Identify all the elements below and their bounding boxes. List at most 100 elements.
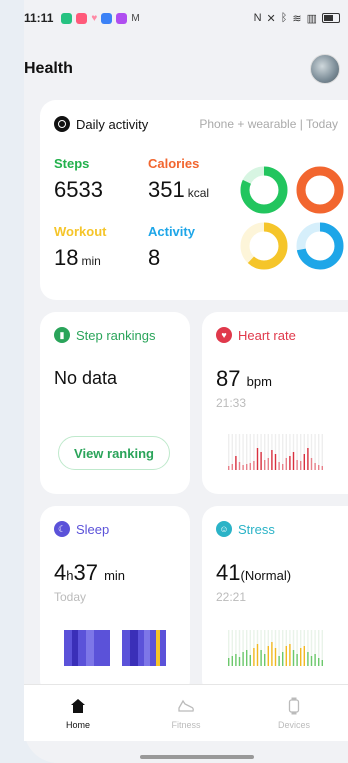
daily-activity-card[interactable]: Daily activity Phone + wearable | Today … xyxy=(40,100,348,300)
calories-value: 351 xyxy=(148,177,185,202)
sparkline-bar xyxy=(267,646,269,666)
sleep-day: Today xyxy=(54,590,87,604)
sparkline-bar xyxy=(292,650,295,666)
heart-icon: ♥ xyxy=(216,327,232,343)
sparkline-bar xyxy=(228,466,230,470)
stress-title: Stress xyxy=(238,521,275,537)
nav-home[interactable]: Home xyxy=(24,685,132,741)
sparkline-bar xyxy=(228,658,230,666)
sparkline-track xyxy=(318,434,320,470)
app-header: Health xyxy=(24,54,340,84)
sparkline-bar xyxy=(300,461,302,470)
sparkline-bar xyxy=(321,660,323,666)
sparkline-bar xyxy=(296,654,298,666)
sparkline-bar xyxy=(282,464,284,470)
workout-unit: min xyxy=(81,254,101,268)
calories-unit: kcal xyxy=(187,186,210,200)
status-time: 11:11 xyxy=(24,11,54,25)
sparkline-bar xyxy=(314,463,316,470)
sparkline-bar xyxy=(314,654,316,666)
stress-sparkline xyxy=(228,630,323,666)
sparkline-bar xyxy=(303,454,305,470)
home-icon xyxy=(70,696,86,716)
wifi-icon: ≋ xyxy=(292,12,302,25)
sleep-card[interactable]: ☾ Sleep 4h37 min Today xyxy=(40,506,190,696)
sleep-stages-chart xyxy=(64,630,166,666)
sparkline-bar xyxy=(307,652,309,666)
shoe-icon xyxy=(177,696,195,716)
workout-metric: Workout 18 min xyxy=(54,224,106,271)
sparkline-bar xyxy=(278,656,280,666)
sparkline-bar xyxy=(249,655,251,666)
sparkline-bar xyxy=(303,646,305,666)
step-rankings-value: No data xyxy=(54,368,118,388)
avatar[interactable] xyxy=(310,54,340,84)
activity-value: 8 xyxy=(148,245,161,270)
sparkline-bar xyxy=(289,456,291,470)
sparkline-bar xyxy=(253,461,255,470)
sparkline-bar xyxy=(310,458,313,470)
activity-metric: Activity 8 xyxy=(148,224,195,271)
sparkline-bar xyxy=(318,465,320,470)
step-rankings-title: Step rankings xyxy=(76,327,156,343)
sparkline-bar xyxy=(307,448,309,470)
ring-progress-calories xyxy=(296,166,344,214)
sparkline-bar xyxy=(278,462,280,470)
app-notification-icon xyxy=(76,12,88,24)
sleep-stage-bar xyxy=(144,630,150,666)
sparkline-bar xyxy=(231,656,233,666)
sparkline-bar xyxy=(300,648,302,666)
stress-time: 22:21 xyxy=(216,590,247,604)
sparkline-bar xyxy=(238,657,241,666)
calories-label: Calories xyxy=(148,156,200,171)
sparkline-bar xyxy=(238,462,241,470)
daily-activity-source: Phone + wearable | Today xyxy=(199,117,338,131)
sparkline-bar xyxy=(242,652,244,666)
system-status-icons: N ✕ ᛒ ≋ ▥ xyxy=(254,12,340,25)
sleep-minutes-unit: min xyxy=(104,568,126,583)
heart-rate-sparkline xyxy=(228,434,323,470)
page-title: Health xyxy=(24,60,73,77)
moon-icon: ☾ xyxy=(54,521,70,537)
activity-rings xyxy=(240,166,344,270)
sparkline-bar xyxy=(253,648,255,666)
sparkline-bar xyxy=(256,448,259,470)
sparkline-bar xyxy=(260,452,262,470)
sparkline-bar xyxy=(310,656,313,666)
sparkline-bar xyxy=(271,642,273,666)
sparkline-bar xyxy=(256,644,259,666)
step-rankings-card[interactable]: ▮ Step rankings No data View ranking xyxy=(40,312,190,494)
view-ranking-button[interactable]: View ranking xyxy=(58,436,170,470)
workout-label: Workout xyxy=(54,224,107,239)
steps-value: 6533 xyxy=(54,177,103,202)
smile-icon: ☺ xyxy=(216,521,232,537)
stress-card[interactable]: ☺ Stress 41(Normal) 22:21 xyxy=(202,506,348,696)
heart-rate-unit: bpm xyxy=(246,374,272,389)
app-notification-icon xyxy=(61,12,73,24)
sleep-header: ☾ Sleep xyxy=(54,521,109,537)
sleep-stage-bar xyxy=(86,630,94,666)
sparkline-bar xyxy=(289,644,291,666)
sparkline-bar xyxy=(296,460,298,470)
nav-devices-label: Devices xyxy=(277,720,310,730)
sparkline-track xyxy=(321,434,323,470)
app-notification-icon xyxy=(116,12,128,24)
heart-rate-card[interactable]: ♥ Heart rate 87 bpm 21:33 xyxy=(202,312,348,494)
sparkline-bar xyxy=(285,458,287,470)
activity-icon xyxy=(54,116,70,132)
status-bar: 11:11 ♥ M N ✕ ᛒ ≋ ▥ xyxy=(24,8,340,28)
sparkline-bar xyxy=(260,650,262,666)
signal-icon: ▥ xyxy=(306,12,317,25)
sparkline-bar xyxy=(249,463,251,470)
nav-devices[interactable]: Devices xyxy=(240,685,348,741)
sleep-stage-bar xyxy=(130,630,138,666)
notification-icons: ♥ M xyxy=(61,12,140,24)
calories-metric: Calories 351 kcal xyxy=(148,156,209,203)
heart-rate-header: ♥ Heart rate xyxy=(216,327,296,343)
stress-state: (Normal) xyxy=(240,568,292,583)
sparkline-bar xyxy=(246,464,248,470)
step-rankings-header: ▮ Step rankings xyxy=(54,327,156,343)
workout-value: 18 xyxy=(54,245,79,270)
sparkline-bar xyxy=(321,466,323,470)
nav-fitness[interactable]: Fitness xyxy=(132,685,240,741)
